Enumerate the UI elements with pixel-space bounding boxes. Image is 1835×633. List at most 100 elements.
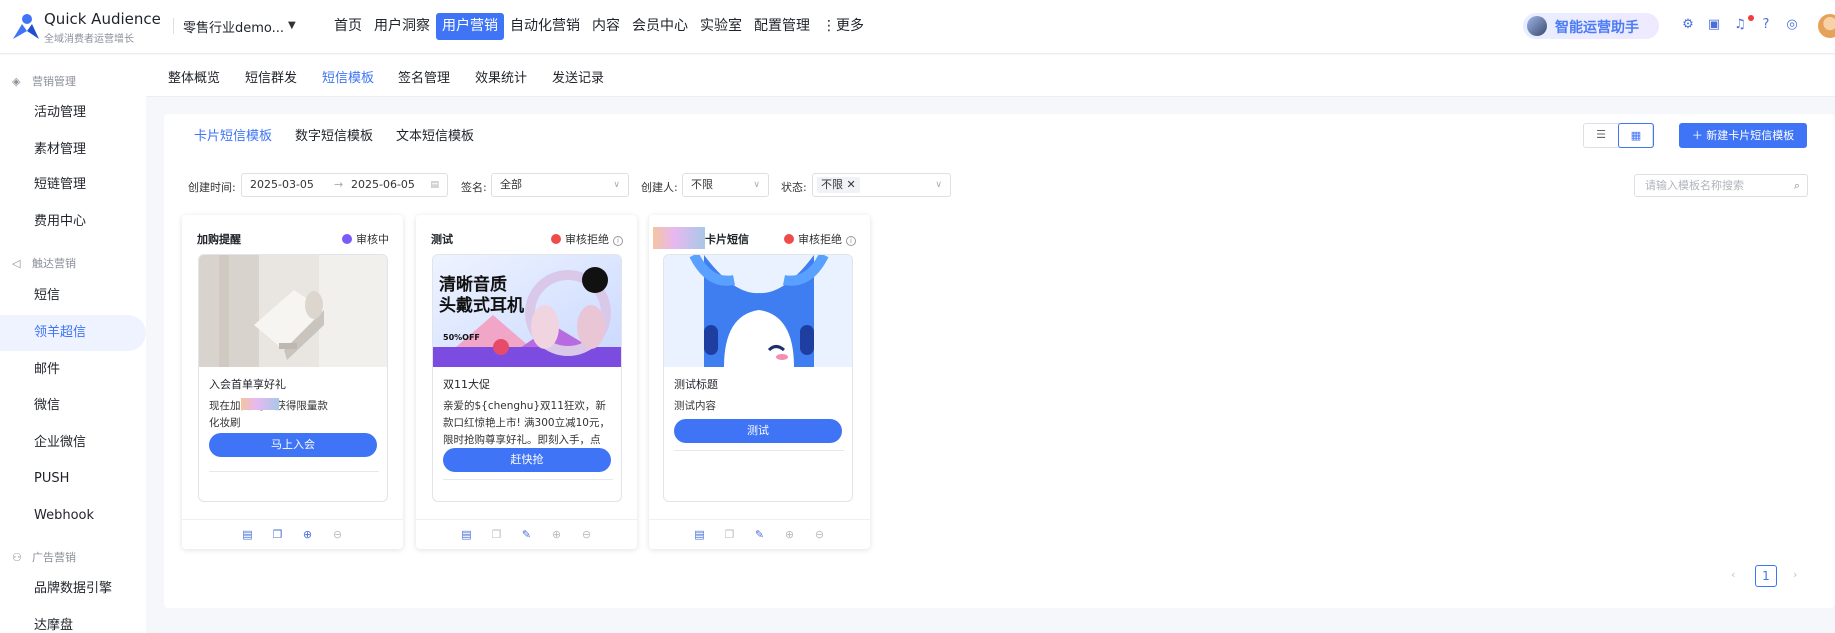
signature-select[interactable]: 全部 ∨ (491, 173, 629, 197)
card-cta-button[interactable]: 赶快抢 (443, 448, 611, 472)
template-card[interactable]: 测试 审核拒绝 i 清晰音质 头戴式耳机 50%OFF 双11大促 亲爱的${che… (416, 215, 637, 549)
page-number[interactable]: 1 (1755, 565, 1777, 587)
delete-icon[interactable]: ⊖ (580, 528, 594, 542)
notification-dot (1748, 15, 1754, 21)
question-icon[interactable]: ? (1759, 18, 1773, 32)
sidebar-item-wecom[interactable]: 企业微信 (0, 425, 146, 461)
assistant-button[interactable]: 智能运营助手 (1523, 13, 1659, 39)
card-body: 亲爱的${chenghu}双11狂欢，新款口红惊艳上市! 满300立减10元，限… (443, 400, 610, 446)
reject-icon (551, 234, 561, 244)
sidebar-item-sms[interactable]: 短信 (0, 278, 146, 314)
user-avatar[interactable] (1818, 14, 1835, 38)
copy-icon[interactable]: ❐ (723, 528, 737, 542)
search-icon[interactable]: ⌕ (1794, 175, 1800, 196)
sidebar-item-wechat[interactable]: 微信 (0, 388, 146, 424)
date-start[interactable]: 2025-03-05 (250, 178, 314, 191)
tab-card-template[interactable]: 卡片短信模板 (194, 125, 272, 144)
sidebar-item-activity[interactable]: 活动管理 (0, 95, 146, 131)
view-toggle: ☰ ▦ (1583, 123, 1654, 148)
view-detail-icon[interactable]: ▤ (460, 528, 474, 542)
nav-lab[interactable]: 实验室 (694, 13, 748, 40)
delete-icon[interactable]: ⊖ (331, 528, 345, 542)
nav-content[interactable]: 内容 (586, 13, 626, 40)
nav-more[interactable]: ⋮更多 (816, 13, 870, 40)
sidebar-item-shortlink[interactable]: 短链管理 (0, 167, 146, 203)
submit-review-icon[interactable]: ⊕ (301, 528, 315, 542)
template-card[interactable]: 加购提醒 审核中 入会首单享好礼 现在加 员,可以获得限量款 化妆刷 马上入会 ▤ … (182, 215, 403, 549)
date-end[interactable]: 2025-06-05 (351, 174, 415, 196)
nav-user-marketing[interactable]: 用户营销 (436, 13, 504, 40)
chevron-right-icon[interactable]: › (1793, 568, 1797, 581)
tab-sms-template[interactable]: 短信模板 (322, 67, 374, 86)
sidebar-item-material[interactable]: 素材管理 (0, 132, 146, 168)
tab-effect-stats[interactable]: 效果统计 (475, 67, 527, 86)
card-title: 卡片短信 (705, 233, 749, 246)
sidebar-item-lingyang[interactable]: 领羊超信 (0, 315, 146, 351)
creator-select[interactable]: 不限 ∨ (682, 173, 769, 197)
tenant-selector[interactable]: 零售行业demo... (183, 17, 284, 36)
new-card-template-button[interactable]: ＋ 新建卡片短信模板 (1679, 123, 1807, 148)
app-subtitle: 全域消费者运营增长 (44, 34, 134, 45)
nav-config[interactable]: 配置管理 (748, 13, 816, 40)
list-view-icon[interactable]: ☰ (1583, 123, 1619, 148)
sidebar-item-webhook[interactable]: Webhook (0, 498, 146, 534)
briefcase-icon[interactable]: ▣ (1707, 18, 1721, 32)
quick-audience-logo[interactable] (10, 13, 40, 41)
globe-icon[interactable]: ◎ (1785, 18, 1799, 32)
tab-digital-template[interactable]: 数字短信模板 (295, 125, 373, 144)
status-select[interactable]: 不限 ✕ ∨ (812, 173, 951, 197)
card-title: 加购提醒 (197, 233, 241, 246)
sidebar-item-damopan[interactable]: 达摩盘 (0, 608, 146, 633)
edit-icon[interactable]: ✎ (520, 528, 534, 542)
sidebar-item-push[interactable]: PUSH (0, 461, 146, 497)
delete-icon[interactable]: ⊖ (813, 528, 827, 542)
template-card[interactable]: 卡片短信 审核拒绝 i 测试标题 测试内容 测试 ▤ ❐ ✎ ⊕ ⊖ (649, 215, 870, 549)
view-detail-icon[interactable]: ▤ (241, 528, 255, 542)
chevron-down-icon[interactable]: ▼ (288, 20, 296, 31)
nav-automation[interactable]: 自动化营销 (504, 13, 586, 40)
tab-overview[interactable]: 整体概览 (168, 67, 220, 86)
copy-icon[interactable]: ❐ (271, 528, 285, 542)
date-range-picker[interactable]: 2025-03-05 → 2025-06-05 ▤ (241, 173, 448, 197)
edit-icon[interactable]: ✎ (753, 528, 767, 542)
template-panel: 卡片短信模板 数字短信模板 文本短信模板 ☰ ▦ ＋ 新建卡片短信模板 创建时间… (164, 114, 1835, 608)
sidebar-item-brand-engine[interactable]: 品牌数据引擎 (0, 571, 146, 607)
view-detail-icon[interactable]: ▤ (693, 528, 707, 542)
clock-icon (342, 234, 352, 244)
submit-review-icon[interactable]: ⊕ (783, 528, 797, 542)
template-search-input[interactable]: 请输入模板名称搜索 ⌕ (1634, 174, 1808, 197)
sidebar-group-marketing-mgmt: ◈ 营销管理 (12, 75, 76, 88)
bell-icon[interactable]: ♫ (1733, 18, 1747, 32)
info-icon[interactable]: i (846, 236, 856, 246)
help-center-icon[interactable]: ⚙ (1681, 18, 1695, 32)
tab-text-template[interactable]: 文本短信模板 (396, 125, 474, 144)
copy-icon[interactable]: ❐ (490, 528, 504, 542)
sidebar-item-email[interactable]: 邮件 (0, 352, 146, 388)
app-name: Quick Audience (44, 10, 161, 28)
card-preview: 清晰音质 头戴式耳机 50%OFF 双11大促 亲爱的${chenghu}双11狂… (432, 254, 622, 502)
nav-user-insight[interactable]: 用户洞察 (368, 13, 436, 40)
chevron-left-icon[interactable]: ‹ (1731, 568, 1735, 581)
nav-member-center[interactable]: 会员中心 (626, 13, 694, 40)
tab-send-records[interactable]: 发送记录 (552, 67, 604, 86)
assistant-avatar (1527, 16, 1547, 36)
tab-signature[interactable]: 签名管理 (398, 67, 450, 86)
chevron-down-icon: ∨ (753, 180, 760, 190)
card-actions: ▤ ❐ ✎ ⊕ ⊖ (649, 519, 870, 549)
divider (209, 471, 379, 472)
chevron-down-icon: ∨ (613, 180, 620, 190)
card-heading: 测试标题 (674, 378, 718, 391)
card-cta-button[interactable]: 马上入会 (209, 433, 377, 457)
card-preview: 测试标题 测试内容 测试 (663, 254, 853, 502)
card-body: 现在加 员,可以获得限量款 化妆刷 (209, 398, 328, 429)
sidebar-item-cost[interactable]: 费用中心 (0, 204, 146, 240)
grid-view-icon[interactable]: ▦ (1618, 123, 1654, 148)
tab-sms-mass[interactable]: 短信群发 (245, 67, 297, 86)
nav-home[interactable]: 首页 (328, 13, 368, 40)
status-tag[interactable]: 不限 ✕ (817, 177, 860, 193)
submit-review-icon[interactable]: ⊕ (550, 528, 564, 542)
info-icon[interactable]: i (613, 236, 623, 246)
card-cta-button[interactable]: 测试 (674, 419, 842, 443)
top-bar: Quick Audience 全域消费者运营增长 零售行业demo... ▼ 首… (0, 0, 1835, 54)
close-icon[interactable]: ✕ (847, 178, 856, 191)
